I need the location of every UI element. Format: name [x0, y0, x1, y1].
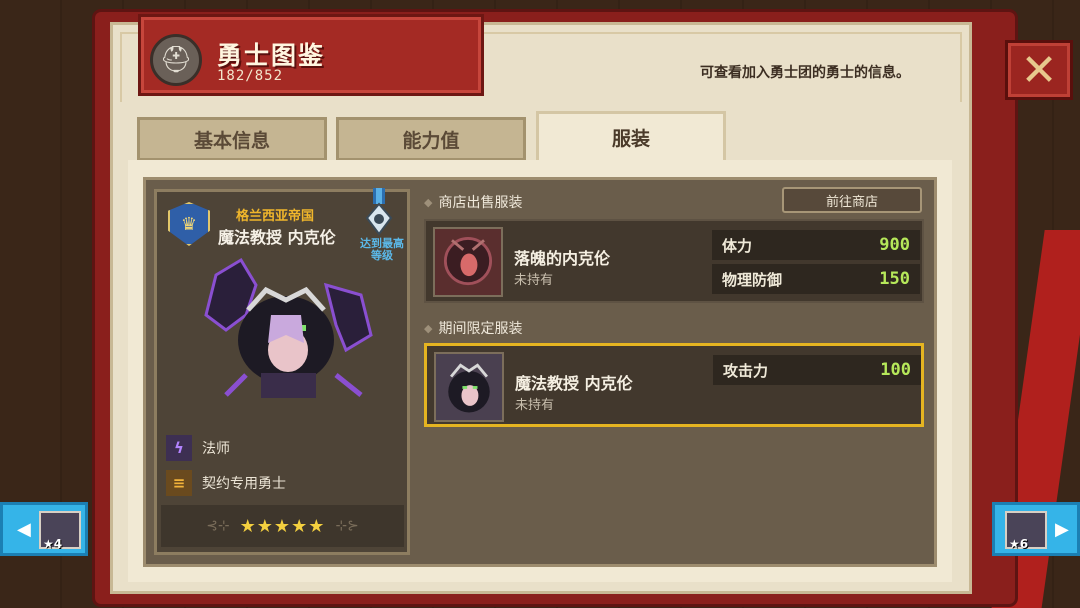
stat-label: 攻击力 [723, 361, 769, 380]
faction-name: 格兰西亚帝国 [236, 209, 315, 224]
costume-owned-status: 未持有 [515, 398, 555, 413]
arrow-right-icon: ▶ [1055, 519, 1069, 540]
go-to-shop-button[interactable]: 前往商店 [782, 187, 922, 213]
prev-hero-button[interactable]: ◀ ★4 [0, 502, 88, 556]
stat-value: 900 [879, 235, 910, 255]
max-level-medal-icon [365, 188, 393, 236]
shop-costume-card[interactable]: 落魄的内克伦 未持有 体力 900 物理防御 150 [424, 219, 924, 303]
costume-name: 落魄的内克伦 [514, 249, 611, 268]
prev-hero-level: ★4 [43, 537, 63, 551]
stat-row: 体力 900 [712, 230, 920, 260]
shop-section-title: ◆ 商店出售服装 [424, 192, 522, 212]
costume-thumbnail [434, 352, 504, 422]
costume-name: 魔法教授 内克伦 [515, 374, 633, 393]
tab-stats[interactable]: 能力值 [336, 117, 526, 161]
shop-button-label: 前往商店 [825, 194, 878, 210]
costume-art-icon [435, 229, 501, 295]
character-name: 魔法教授 内克伦 [218, 228, 336, 247]
staff-icon: ϟ [166, 435, 192, 461]
limited-costume-card[interactable]: 魔法教授 内克伦 未持有 攻击力 100 [424, 343, 924, 427]
arrow-left-icon: ◀ [17, 519, 31, 540]
class-label: 法师 [202, 441, 230, 457]
class-row: ϟ 法师 [166, 433, 230, 463]
header-description: 可查看加入勇士团的勇士的信息。 [700, 65, 910, 81]
scroll-icon: ≡ [166, 470, 192, 496]
star-rating-bar: ⊰⊹ ★★★★★ ⊹⊱ [161, 505, 404, 547]
stat-label: 物理防御 [722, 270, 783, 289]
tab-costume[interactable]: 服装 [536, 111, 726, 161]
tab-label: 基本信息 [193, 129, 270, 152]
close-button[interactable]: ✕ [1005, 40, 1073, 100]
stat-value: 100 [880, 360, 911, 380]
page-title: 勇士图鉴 [217, 41, 326, 70]
star-rating: ★★★★★ [239, 515, 326, 537]
costume-owned-status: 未持有 [514, 273, 554, 288]
costume-art-icon [436, 354, 502, 420]
limited-section-title: ◆ 期间限定服装 [424, 318, 522, 338]
close-icon: ✕ [1020, 44, 1058, 96]
next-hero-button[interactable]: ★6 ▶ [992, 502, 1080, 556]
diamond-icon: ◆ [424, 195, 433, 209]
stat-value: 150 [879, 269, 910, 289]
contract-row: ≡ 契约专用勇士 [166, 468, 286, 498]
tab-label: 服装 [611, 128, 650, 150]
costume-thumbnail [433, 227, 503, 297]
stat-row: 攻击力 100 [713, 355, 921, 385]
tab-basic-info[interactable]: 基本信息 [137, 117, 327, 161]
wing-left-icon: ⊰⊹ [206, 518, 230, 534]
helmet-icon: ⛑ [150, 34, 202, 86]
wing-right-icon: ⊹⊱ [335, 518, 359, 534]
next-hero-level: ★6 [1009, 537, 1029, 551]
diamond-icon: ◆ [424, 321, 433, 335]
stat-label: 体力 [722, 236, 753, 255]
tab-label: 能力值 [402, 129, 460, 152]
collection-count: 182/852 [217, 68, 284, 84]
character-portrait [204, 257, 373, 398]
contract-label: 契约专用勇士 [202, 476, 286, 492]
stat-row: 物理防御 150 [712, 264, 920, 294]
section-label: 商店出售服装 [438, 195, 523, 211]
section-label: 期间限定服装 [438, 321, 523, 337]
